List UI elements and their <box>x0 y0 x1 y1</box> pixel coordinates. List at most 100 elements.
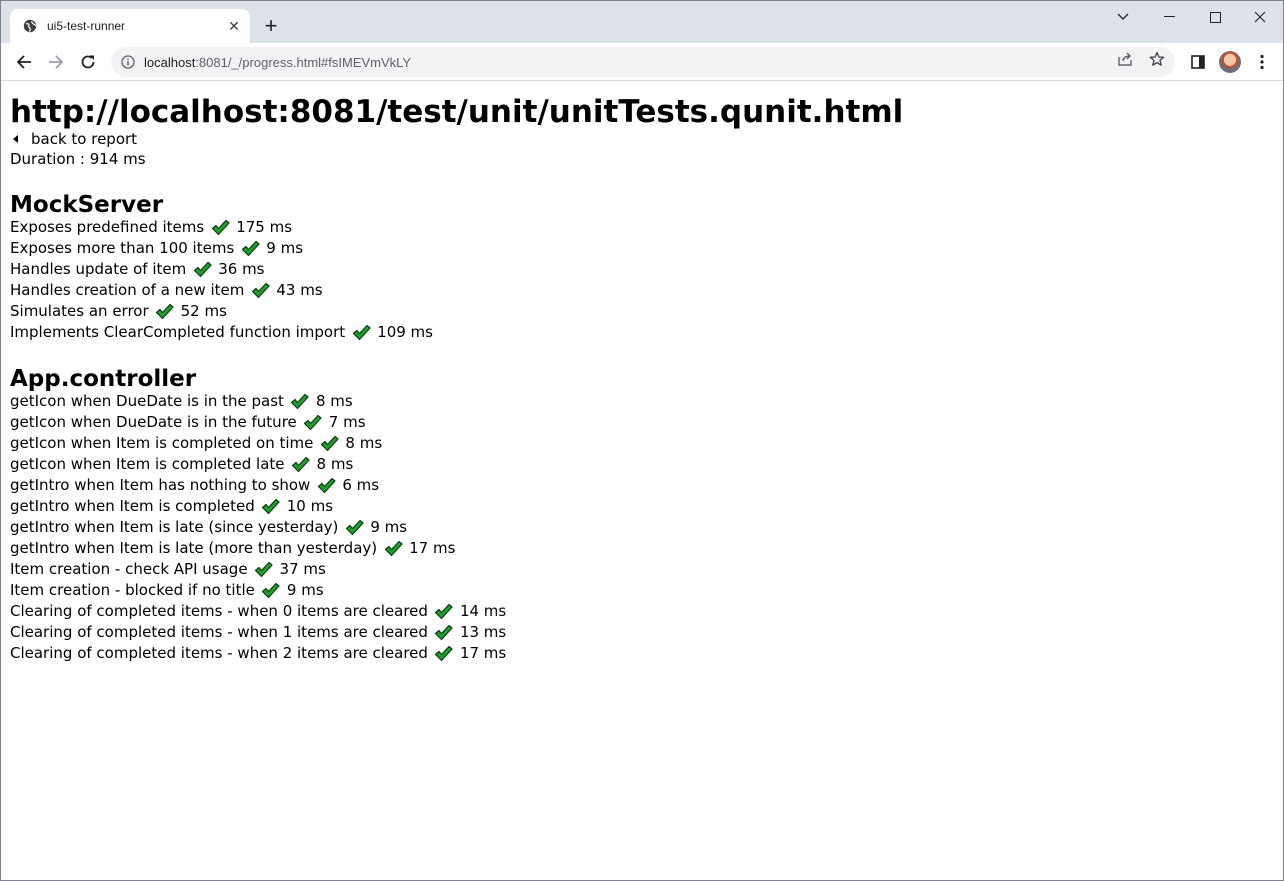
test-row: Clearing of completed items - when 1 ite… <box>10 622 1274 643</box>
test-duration: 9 ms <box>286 581 324 599</box>
test-label: getIntro when Item is late (more than ye… <box>10 539 378 557</box>
address-bar[interactable]: localhost:8081/_/progress.html#fsIMEVmVk… <box>111 47 1175 77</box>
test-module: App.controller getIcon when DueDate is in… <box>10 365 1274 664</box>
test-duration: 7 ms <box>328 413 366 431</box>
test-row: Handles update of item 36 ms <box>10 259 1274 280</box>
test-label: Clearing of completed items - when 0 ite… <box>10 602 428 620</box>
test-duration: 17 ms <box>409 539 456 557</box>
test-row: getIntro when Item has nothing to show 6 … <box>10 475 1274 496</box>
checkmark-icon <box>316 477 336 495</box>
checkmark-icon <box>434 603 454 621</box>
modules-list: MockServer Exposes predefined items 175 ms… <box>10 191 1274 664</box>
info-icon[interactable] <box>120 54 136 70</box>
browser-window: ui5-test-runner ✕ + localhost:8081/_/pro… <box>0 0 1284 881</box>
new-tab-button[interactable]: + <box>259 13 283 38</box>
checkmark-icon <box>290 393 310 411</box>
test-row: Implements ClearCompleted function impor… <box>10 322 1274 343</box>
checkmark-icon <box>155 303 175 321</box>
profile-avatar[interactable] <box>1219 51 1241 73</box>
checkmark-icon <box>291 456 311 474</box>
test-row: getIntro when Item is late (more than ye… <box>10 538 1274 559</box>
test-duration: 14 ms <box>459 602 507 620</box>
test-duration: 6 ms <box>342 476 380 494</box>
test-duration: 8 ms <box>316 455 354 473</box>
test-label: Simulates an error <box>10 302 149 320</box>
page-content: http://localhost:8081/test/unit/unitTest… <box>1 82 1283 880</box>
arrow-left-icon[interactable] <box>11 49 37 75</box>
kebab-menu-icon[interactable] <box>1251 51 1273 73</box>
side-panel-icon[interactable] <box>1187 51 1209 73</box>
test-row: getIcon when DueDate is in the future 7 m… <box>10 412 1274 433</box>
checkmark-icon <box>192 261 212 279</box>
test-row: Item creation - check API usage 37 ms <box>10 559 1274 580</box>
test-row: getIntro when Item is completed 10 ms <box>10 496 1274 517</box>
test-duration: 36 ms <box>218 260 265 278</box>
test-duration: 52 ms <box>180 302 227 320</box>
test-duration: 8 ms <box>315 392 353 410</box>
url-host: localhost <box>144 54 196 70</box>
test-duration: 17 ms <box>459 644 507 662</box>
tab-search-icon[interactable] <box>1100 1 1146 33</box>
tab-ui5-test-runner[interactable]: ui5-test-runner ✕ <box>10 9 250 43</box>
test-label: Exposes predefined items <box>10 218 205 236</box>
globe-icon <box>23 19 37 33</box>
checkmark-icon <box>261 498 281 516</box>
module-title: MockServer <box>10 192 164 218</box>
arrow-right-icon[interactable] <box>43 49 69 75</box>
browser-toolbar: localhost:8081/_/progress.html#fsIMEVmVk… <box>1 43 1283 81</box>
test-label: getIntro when Item is late (since yester… <box>10 518 339 536</box>
checkmark-icon <box>344 519 364 537</box>
checkmark-icon <box>210 219 230 237</box>
test-duration: 8 ms <box>345 434 383 452</box>
checkmark-icon <box>303 414 323 432</box>
checkmark-icon <box>254 561 274 579</box>
test-duration: 9 ms <box>266 239 304 257</box>
test-label: Handles update of item <box>10 260 187 278</box>
url-path: :8081/_/progress.html#fsIMEVmVkLY <box>195 54 412 70</box>
test-label: Item creation - blocked if no title <box>10 581 255 599</box>
test-label: getIntro when Item has nothing to show <box>10 476 311 494</box>
test-label: getIcon when Item is completed on time <box>10 434 314 452</box>
test-row: Handles creation of a new item 43 ms <box>10 280 1274 301</box>
test-duration: 43 ms <box>276 281 323 299</box>
url-text: localhost:8081/_/progress.html#fsIMEVmVk… <box>144 55 1175 70</box>
test-module: MockServer Exposes predefined items 175 ms… <box>10 191 1274 343</box>
minimize-icon[interactable] <box>1146 1 1192 33</box>
checkmark-icon <box>351 324 371 342</box>
test-row: getIcon when Item is completed on time 8 … <box>10 433 1274 454</box>
back-link-label: back to report <box>31 130 138 148</box>
test-label: Clearing of completed items - when 2 ite… <box>10 644 428 662</box>
test-label: Item creation - check API usage <box>10 560 248 578</box>
test-row: Exposes more than 100 items 9 ms <box>10 238 1274 259</box>
avatar <box>1219 51 1241 73</box>
test-duration: 37 ms <box>279 560 326 578</box>
test-label: getIcon when DueDate is in the future <box>10 413 297 431</box>
test-label: Clearing of completed items - when 1 ite… <box>10 623 428 641</box>
back-to-report-link[interactable]: back to report <box>10 129 1274 149</box>
reload-icon[interactable] <box>75 49 101 75</box>
test-row: Clearing of completed items - when 2 ite… <box>10 643 1274 664</box>
tab-close-icon[interactable]: ✕ <box>225 17 243 35</box>
checkmark-icon <box>250 282 270 300</box>
page-title: http://localhost:8081/test/unit/unitTest… <box>10 94 904 130</box>
maximize-icon[interactable] <box>1192 1 1238 33</box>
test-label: getIcon when DueDate is in the past <box>10 392 284 410</box>
checkmark-icon <box>434 645 454 663</box>
tab-strip: ui5-test-runner ✕ + <box>1 1 1283 43</box>
test-row: getIcon when Item is completed late 8 ms <box>10 454 1274 475</box>
test-label: Handles creation of a new item <box>10 281 245 299</box>
checkmark-icon <box>383 540 403 558</box>
test-row: getIcon when DueDate is in the past 8 ms <box>10 391 1274 412</box>
caret-left-icon <box>13 135 18 143</box>
test-duration: 13 ms <box>459 623 507 641</box>
duration-text: Duration : 914 ms <box>10 150 146 168</box>
test-row: Simulates an error 52 ms <box>10 301 1274 322</box>
test-duration: 109 ms <box>377 323 433 341</box>
share-icon[interactable] <box>1116 50 1134 68</box>
checkmark-icon <box>261 582 281 600</box>
star-icon[interactable] <box>1148 50 1166 68</box>
tab-title: ui5-test-runner <box>47 19 126 33</box>
test-label: getIcon when Item is completed late <box>10 455 285 473</box>
test-row: Clearing of completed items - when 0 ite… <box>10 601 1274 622</box>
close-window-icon[interactable] <box>1237 1 1283 33</box>
